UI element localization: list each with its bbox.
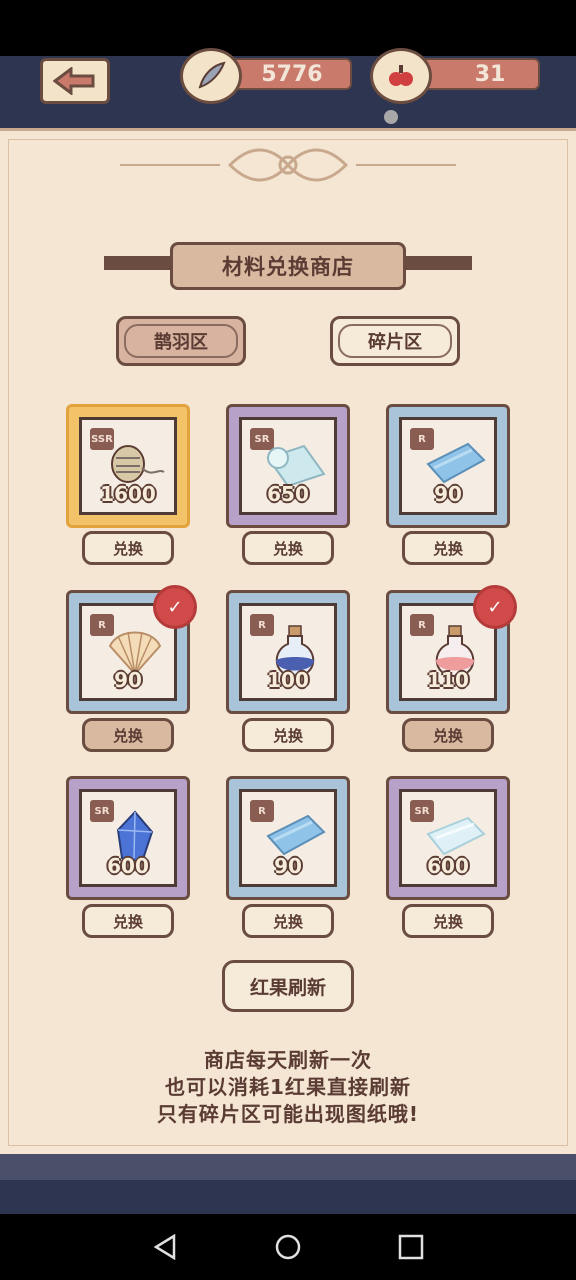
background-floor <box>0 1180 576 1214</box>
redeem-button[interactable]: 兑换 <box>242 531 334 565</box>
sold-out-seal-icon: ✓ <box>153 585 197 629</box>
item-price: 90 <box>114 668 142 692</box>
item-frame: SR 600 <box>79 789 177 887</box>
redeem-label: 兑换 <box>432 539 463 558</box>
redeem-button[interactable]: 兑换 <box>402 718 494 752</box>
redeem-label: 兑换 <box>112 539 143 558</box>
notice-line-3: 只有碎片区可能出现图纸哦! <box>156 1102 420 1126</box>
redeem-label: 兑换 <box>112 726 143 745</box>
item-price: 600 <box>107 854 149 878</box>
tab-feather-zone[interactable]: 鹊羽区 <box>116 316 246 366</box>
redeem-button[interactable]: 兑换 <box>242 904 334 938</box>
item-frame: R 100 <box>239 603 337 701</box>
notice-line-1: 商店每天刷新一次 <box>204 1048 372 1072</box>
item-price: 650 <box>267 482 309 506</box>
notice-line-2: 也可以消耗1红果直接刷新 <box>165 1075 411 1099</box>
redeem-button[interactable]: 兑换 <box>82 718 174 752</box>
shop-item-card[interactable]: R 90 <box>226 776 350 900</box>
red-berry-icon <box>370 48 432 104</box>
item-price: 100 <box>267 668 309 692</box>
item-price: 90 <box>434 482 462 506</box>
item-frame: R 90 <box>239 789 337 887</box>
status-bar <box>0 0 576 56</box>
shop-item-card[interactable]: R 90 <box>386 404 510 528</box>
berry-refresh-button[interactable]: 红果刷新 <box>222 960 354 1012</box>
shop-item-card[interactable]: R 100 <box>226 590 350 714</box>
feather-count: 5776 <box>261 61 323 87</box>
item-price: 600 <box>427 854 469 878</box>
redeem-label: 兑换 <box>272 539 303 558</box>
tab-feather-zone-label: 鹊羽区 <box>154 332 208 353</box>
redeem-button[interactable]: 兑换 <box>242 718 334 752</box>
nav-recents-icon[interactable] <box>398 1234 424 1260</box>
item-price: 90 <box>274 854 302 878</box>
item-frame: SSR 1600 <box>79 417 177 515</box>
arrow-left-icon <box>53 67 95 95</box>
feather-icon <box>180 48 242 104</box>
redeem-label: 兑换 <box>432 912 463 931</box>
shop-title: 材料兑换商店 <box>170 242 406 290</box>
nav-home-icon[interactable] <box>275 1234 301 1260</box>
shop-item-card[interactable]: SR 650 <box>226 404 350 528</box>
redeem-label: 兑换 <box>112 912 143 931</box>
back-button[interactable] <box>40 58 110 104</box>
item-price: 110 <box>427 668 469 692</box>
nav-back-icon[interactable] <box>152 1234 178 1260</box>
berry-count: 31 <box>474 61 506 87</box>
shop-item-card[interactable]: SSR 1600 <box>66 404 190 528</box>
tab-fragment-zone-label: 碎片区 <box>368 332 422 353</box>
shop-item-card[interactable]: SR 600 <box>66 776 190 900</box>
tab-fragment-zone[interactable]: 碎片区 <box>330 316 460 366</box>
item-price: 1600 <box>100 482 156 506</box>
shop-title-text: 材料兑换商店 <box>222 255 354 279</box>
ornament-icon <box>120 148 456 182</box>
sold-out-seal-icon: ✓ <box>473 585 517 629</box>
berry-refresh-label: 红果刷新 <box>249 976 326 999</box>
redeem-button[interactable]: 兑换 <box>402 904 494 938</box>
page-indicator-dot <box>384 110 398 124</box>
shop-item-card[interactable]: R 90 ✓ <box>66 585 197 714</box>
redeem-button[interactable]: 兑换 <box>82 904 174 938</box>
shop-item-card[interactable]: SR 600 <box>386 776 510 900</box>
item-frame: R 90 <box>399 417 497 515</box>
redeem-label: 兑换 <box>272 726 303 745</box>
item-frame: SR 650 <box>239 417 337 515</box>
item-frame: SR 600 <box>399 789 497 887</box>
redeem-button[interactable]: 兑换 <box>402 531 494 565</box>
redeem-label: 兑换 <box>272 912 303 931</box>
shop-item-card[interactable]: R 110 ✓ <box>386 585 517 714</box>
redeem-label: 兑换 <box>432 726 463 745</box>
redeem-button[interactable]: 兑换 <box>82 531 174 565</box>
